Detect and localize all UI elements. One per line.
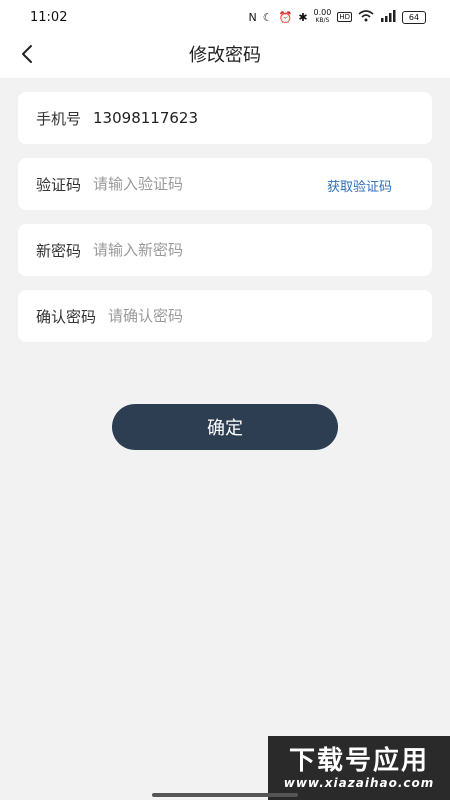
status-time: 11:02 [30, 9, 68, 25]
phone-field: 手机号 13098117623 [18, 92, 432, 144]
net-speed: 0.00 KB/S [314, 9, 332, 25]
confirm-button[interactable]: 确定 [112, 404, 338, 450]
change-password-form: 手机号 13098117623 验证码 获取验证码 新密码 确认密码 [18, 92, 432, 356]
status-icons: Ν ☾ ⏰ ✱ 0.00 KB/S HD 64 [248, 9, 426, 25]
new-password-input[interactable] [93, 241, 284, 259]
home-indicator[interactable] [152, 793, 298, 797]
page-title: 修改密码 [189, 45, 261, 66]
moon-icon: ☾ [262, 10, 273, 24]
hd-badge: HD [337, 12, 352, 22]
code-input[interactable] [93, 175, 254, 193]
alarm-icon: ⏰ [278, 10, 293, 24]
bluetooth-icon: ✱ [298, 10, 308, 24]
watermark-logo: 下载号应用 www.xiazaihao.com [268, 736, 450, 800]
new-password-label: 新密码 [36, 241, 82, 260]
phone-value: 13098117623 [93, 109, 198, 127]
code-field: 验证码 获取验证码 [18, 158, 432, 210]
nav-bar: 修改密码 [0, 34, 450, 78]
net-speed-value: 0.00 [313, 8, 332, 17]
watermark-url: www.xiazaihao.com [283, 776, 435, 790]
signal-icon [380, 9, 396, 25]
code-label: 验证码 [36, 175, 82, 194]
confirm-password-input[interactable] [108, 307, 299, 325]
net-speed-unit: KB/S [315, 17, 330, 24]
nfc-icon: Ν [248, 10, 257, 24]
battery-indicator: 64 [402, 10, 426, 24]
new-password-field: 新密码 [18, 224, 432, 276]
wifi-icon [358, 9, 374, 25]
watermark-text: 下载号应用 [288, 746, 429, 776]
confirm-password-field: 确认密码 [18, 290, 432, 342]
confirm-password-label: 确认密码 [36, 307, 97, 326]
phone-label: 手机号 [36, 109, 82, 128]
get-code-button[interactable]: 获取验证码 [327, 176, 392, 195]
status-bar: 11:02 Ν ☾ ⏰ ✱ 0.00 KB/S HD 64 [0, 0, 450, 34]
